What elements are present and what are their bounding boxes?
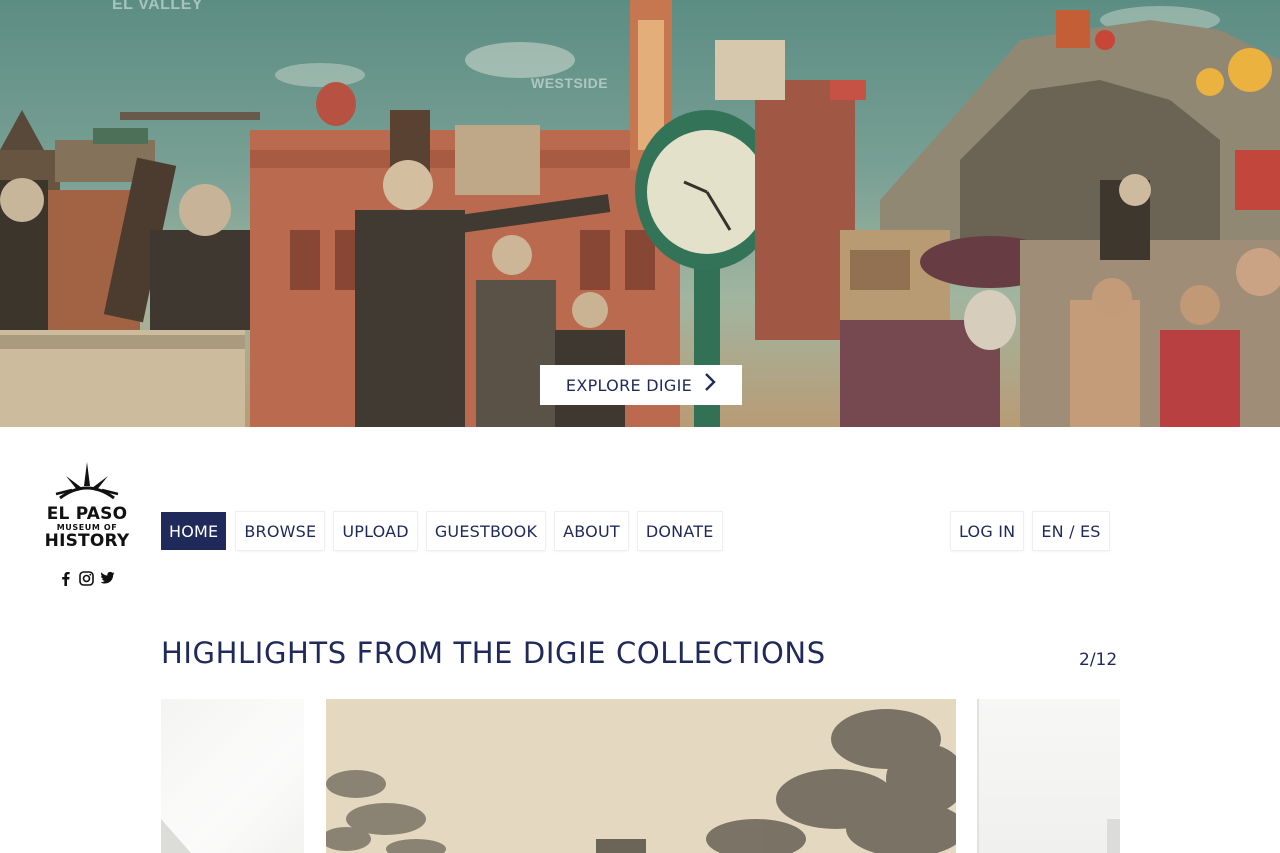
hero-caption-westside: WESTSIDE <box>531 75 609 91</box>
museum-logo[interactable]: EL PASO MUSEUM OF HISTORY <box>42 460 132 550</box>
language-toggle[interactable]: EN / ES <box>1033 512 1109 550</box>
previous-slide-image <box>161 699 304 853</box>
twitter-icon[interactable] <box>100 570 115 586</box>
hero-collage-image <box>0 0 1280 427</box>
account-nav: LOG IN EN / ES <box>951 512 1109 550</box>
facebook-icon[interactable] <box>58 570 73 586</box>
carousel-slide-next[interactable] <box>977 699 1120 853</box>
hero-caption-valley: EL VALLEY <box>112 0 204 13</box>
social-links <box>58 570 115 586</box>
nav-browse[interactable]: BROWSE <box>236 512 325 550</box>
next-slide-image <box>1107 819 1120 853</box>
nav-guestbook[interactable]: GUESTBOOK <box>426 512 546 550</box>
hero-banner: EL VALLEY WESTSIDE EXPLORE DIGIE <box>0 0 1280 427</box>
carousel-slide-previous[interactable] <box>161 699 304 853</box>
carousel-slide-current[interactable] <box>326 699 956 853</box>
login-button[interactable]: LOG IN <box>951 512 1024 550</box>
carousel-counter: 2/12 <box>1079 650 1118 670</box>
highlights-title: HIGHLIGHTS FROM THE DIGIE COLLECTIONS <box>161 636 826 670</box>
current-slide-photo <box>326 699 956 853</box>
logo-sun-icon <box>55 462 119 500</box>
nav-about[interactable]: ABOUT <box>555 512 628 550</box>
chevron-right-icon <box>704 372 716 397</box>
nav-donate[interactable]: DONATE <box>637 512 722 550</box>
logo-text-history: HISTORY <box>44 531 130 551</box>
logo-text-el-paso: EL PASO <box>46 504 128 524</box>
nav-home[interactable]: HOME <box>161 512 227 550</box>
instagram-icon[interactable] <box>79 570 94 586</box>
nav-upload[interactable]: UPLOAD <box>334 512 417 550</box>
explore-digie-label: EXPLORE DIGIE <box>565 375 693 395</box>
main-nav: HOME BROWSE UPLOAD GUESTBOOK ABOUT DONAT… <box>161 512 722 550</box>
explore-digie-button[interactable]: EXPLORE DIGIE <box>540 365 742 405</box>
